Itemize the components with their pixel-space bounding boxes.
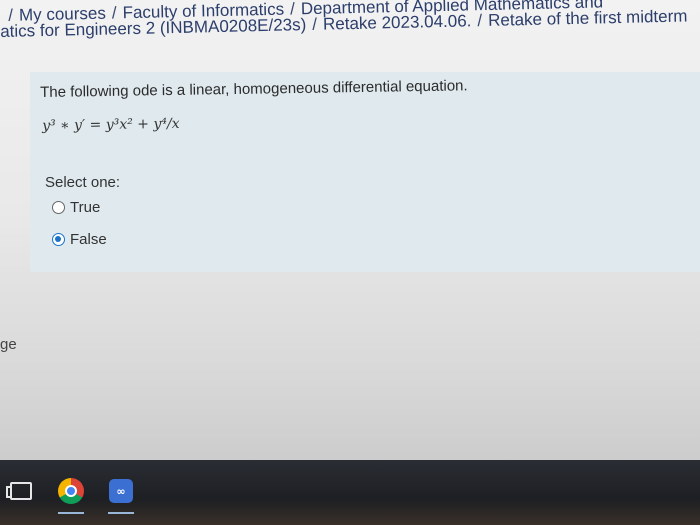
taskbar: ∞ <box>0 460 700 525</box>
breadcrumb-retake[interactable]: Retake 2023.04.06. <box>323 11 472 33</box>
question-formula: y³ ∗ y′ = y³x² + y⁴/x <box>42 115 180 134</box>
radio-false[interactable] <box>52 233 65 246</box>
side-partial-label: ge <box>0 336 17 353</box>
browser-viewport: / My courses / Faculty of Informatics / Depar… <box>0 0 700 470</box>
breadcrumb-quiz[interactable]: Retake of the first midterm <box>488 6 688 30</box>
task-view-button[interactable] <box>4 474 38 508</box>
option-false[interactable]: False <box>52 231 107 248</box>
teams-icon: ∞ <box>109 479 133 503</box>
question-text: The following ode is a linear, homogeneo… <box>40 77 468 101</box>
breadcrumb-separator: / <box>312 14 318 34</box>
option-false-label: False <box>70 231 107 248</box>
radio-true[interactable] <box>52 201 65 214</box>
question-box: The following ode is a linear, homogeneo… <box>30 72 700 272</box>
breadcrumb-separator: / <box>477 11 483 31</box>
option-true[interactable]: True <box>52 199 100 216</box>
breadcrumb: / My courses / Faculty of Informatics / Depar… <box>0 0 700 48</box>
task-view-icon <box>6 482 32 500</box>
chrome-button[interactable] <box>54 474 88 514</box>
select-one-label: Select one: <box>45 174 121 191</box>
option-true-label: True <box>70 199 101 216</box>
teams-button[interactable]: ∞ <box>104 474 138 514</box>
chrome-icon <box>58 478 84 504</box>
